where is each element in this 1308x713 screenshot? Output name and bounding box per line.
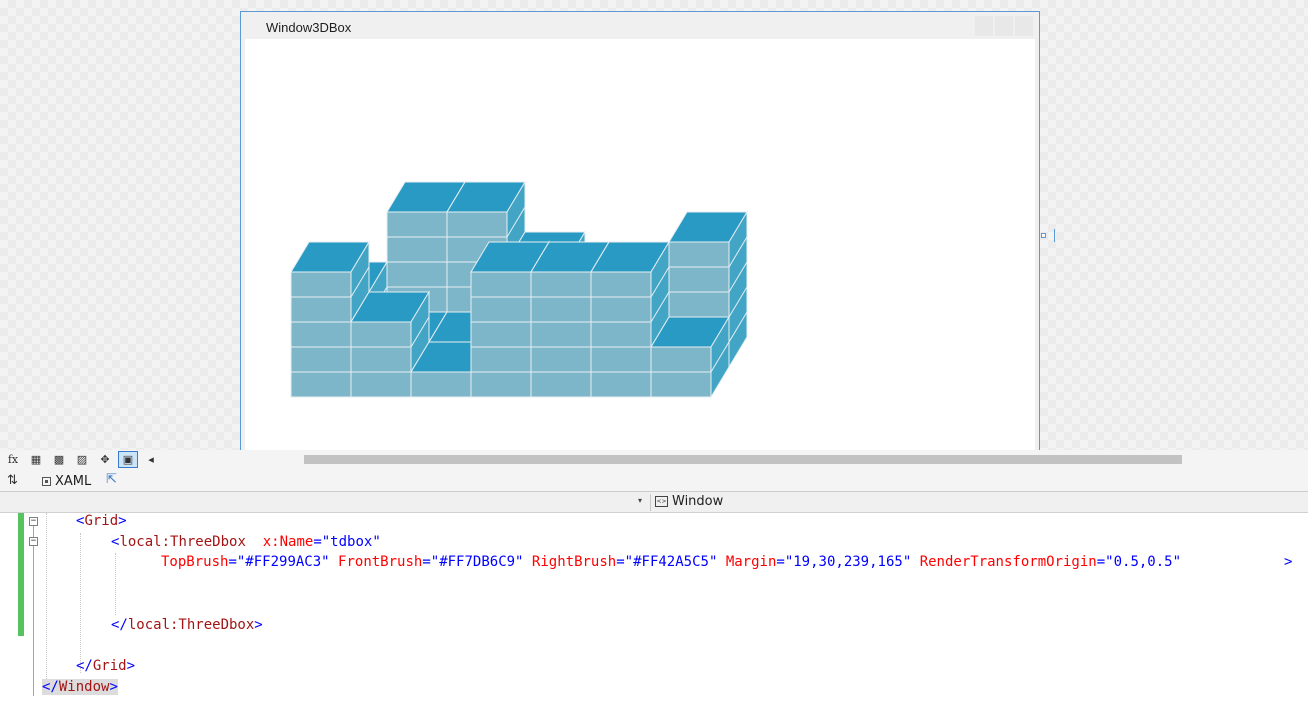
tag-bracket: > <box>118 513 127 529</box>
designer-window[interactable]: Window3DBox <box>240 11 1040 452</box>
artboard-icon[interactable]: ▨ <box>72 451 92 468</box>
maximize-button[interactable] <box>995 16 1013 36</box>
tag-name: local:ThreeDbox <box>127 617 255 633</box>
attribute-name: Margin <box>725 554 777 570</box>
design-surface[interactable]: Window3DBox <box>0 0 1308 452</box>
device-icon[interactable]: ▣ <box>118 451 138 468</box>
attribute-value: "0.5,0.5" <box>1105 554 1182 570</box>
editor-tab-bar: ⇅ XAML ⇱ <box>0 470 1308 492</box>
attribute-equals: = <box>228 554 237 570</box>
tag-bracket: > <box>109 679 118 695</box>
window-client-area <box>245 39 1035 452</box>
resize-handle[interactable] <box>1041 233 1046 238</box>
element-selector[interactable]: <> Window <box>655 494 723 509</box>
attribute-name: FrontBrush <box>338 554 423 570</box>
snap-lines-glyph: ✥ <box>100 453 110 466</box>
collapse-arrow-icon[interactable]: ◂ <box>141 451 161 468</box>
artboard-glyph: ▨ <box>76 453 88 466</box>
tag-name: Window <box>58 679 110 695</box>
attribute-name: x:Name <box>262 534 314 550</box>
element-selector-label: Window <box>672 494 724 509</box>
minimize-button[interactable] <box>975 16 993 36</box>
swap-panes-icon[interactable]: ⇅ <box>7 473 18 488</box>
collapse-toggle-grid[interactable]: − <box>29 517 38 526</box>
horizontal-scrollbar-thumb[interactable] <box>304 455 1182 464</box>
attribute-name: TopBrush <box>161 554 229 570</box>
code-line-window-close: </Window> <box>42 679 118 695</box>
line-overflow-indicator[interactable]: > <box>1284 554 1292 570</box>
indent-guide <box>80 533 81 673</box>
tab-xaml[interactable]: XAML <box>42 471 98 491</box>
grid-glyph: ▦ <box>30 453 42 466</box>
attribute-equals: = <box>313 534 322 550</box>
attribute-value: "tdbox" <box>321 534 381 550</box>
snap-grid-icon[interactable]: ▩ <box>49 451 69 468</box>
fx-icon[interactable]: fx <box>3 451 23 468</box>
attribute-name: RightBrush <box>531 554 617 570</box>
attribute-name: RenderTransformOrigin <box>919 554 1097 570</box>
box-front-face <box>470 271 532 398</box>
collapse-toggle-threedbox[interactable]: − <box>29 537 38 546</box>
box-front-face <box>350 321 412 398</box>
tag-bracket: </ <box>76 658 93 674</box>
code-line-attributes: TopBrush="#FF299AC3" FrontBrush="#FF7DB6… <box>161 554 1181 570</box>
attribute-equals: = <box>776 554 785 570</box>
tag-bracket: </ <box>111 617 128 633</box>
box-front-face <box>590 271 652 398</box>
tag-bracket: > <box>254 617 263 633</box>
code-line-grid-close: </Grid> <box>76 658 135 674</box>
outline-line <box>33 526 34 537</box>
window-controls <box>975 16 1033 36</box>
attribute-value: "#FF299AC3" <box>236 554 330 570</box>
dropdown-arrow-icon[interactable]: ▾ <box>638 496 642 505</box>
xaml-code-editor[interactable]: − − <Grid> <local:ThreeDbox x:Name="tdbo… <box>0 513 1308 713</box>
device-glyph: ▣ <box>122 453 134 466</box>
code-line-grid-open: <Grid> <box>76 513 127 529</box>
adorner-line <box>1054 229 1055 242</box>
indent-guide <box>115 553 116 615</box>
navigation-bar: ▾ <> Window <box>0 492 1308 513</box>
box-front-face <box>530 271 592 398</box>
element-icon: <> <box>655 496 668 507</box>
snap-lines-icon[interactable]: ✥ <box>95 451 115 468</box>
tag-bracket: > <box>126 658 136 674</box>
tag-name: Grid <box>92 658 127 674</box>
attribute-equals: = <box>616 554 625 570</box>
navbar-divider <box>650 494 651 511</box>
box-front-face <box>410 371 472 398</box>
attribute-equals: = <box>1096 554 1106 570</box>
close-button[interactable] <box>1015 16 1033 36</box>
tag-bracket: </ <box>42 679 59 695</box>
code-line-threedbox-open: <local:ThreeDbox x:Name="tdbox" <box>111 534 381 550</box>
attribute-value: "#FF7DB6C9" <box>430 554 524 570</box>
grid-icon[interactable]: ▦ <box>26 451 46 468</box>
code-line-threedbox-close: </local:ThreeDbox> <box>111 617 263 633</box>
indent-guide <box>46 513 47 693</box>
tag-name: Grid <box>84 513 119 529</box>
attribute-equals: = <box>422 554 431 570</box>
outline-line <box>33 546 34 696</box>
attribute-value: "19,30,239,165" <box>784 554 912 570</box>
three-d-box-control[interactable] <box>245 39 1035 452</box>
tag-name: local:ThreeDbox <box>119 534 246 550</box>
popout-icon[interactable]: ⇱ <box>106 472 117 487</box>
tab-xaml-label: XAML <box>55 473 92 489</box>
fx-label: fx <box>7 453 19 466</box>
xaml-tab-icon <box>42 476 51 486</box>
change-indicator-bar <box>18 513 24 636</box>
snap-grid-glyph: ▩ <box>53 453 65 466</box>
attribute-value: "#FF42A5C5" <box>624 554 718 570</box>
collapse-glyph: ◂ <box>148 453 154 466</box>
window-title: Window3DBox <box>266 20 352 35</box>
box-front-face <box>290 271 352 398</box>
